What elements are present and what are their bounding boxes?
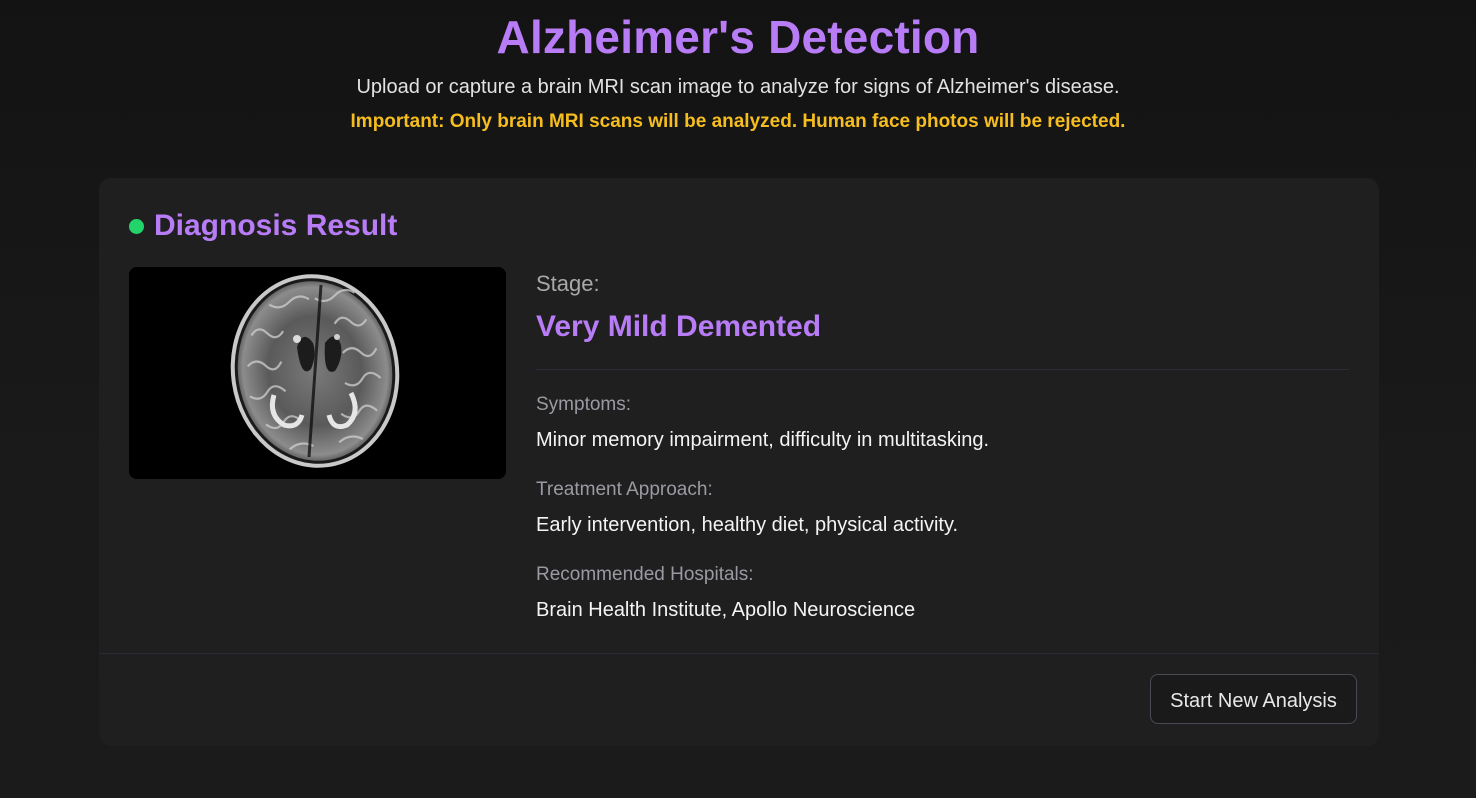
symptoms-label: Symptoms: (536, 394, 632, 415)
hospitals-label: Recommended Hospitals: (536, 564, 754, 585)
diagnosis-details: Stage: Very Mild Demented Symptoms: Mino… (536, 270, 1349, 622)
divider (536, 369, 1349, 370)
stage-label: Stage: (536, 271, 600, 296)
page-title: Alzheimer's Detection (496, 11, 980, 63)
brain-mri-icon (129, 267, 506, 479)
diagnosis-card: Diagnosis Result Stage: Very Mild Dement… (99, 178, 1379, 746)
treatment-section: Treatment Approach: Early intervention, … (536, 478, 1349, 537)
treatment-label: Treatment Approach: (536, 479, 713, 500)
status-dot-icon (129, 218, 144, 234)
footer-divider (99, 653, 1379, 654)
stage-value: Very Mild Demented (536, 310, 822, 343)
symptoms-section: Symptoms: Minor memory impairment, diffi… (536, 393, 1349, 452)
hospitals-section: Recommended Hospitals: Brain Health Inst… (536, 563, 1349, 622)
hospitals-value: Brain Health Institute, Apollo Neuroscie… (536, 599, 916, 621)
page: Alzheimer's Detection Upload or capture … (0, 0, 1476, 798)
page-subtitle: Upload or capture a brain MRI scan image… (356, 76, 1120, 98)
card-title: Diagnosis Result (154, 209, 398, 242)
card-header: Diagnosis Result (129, 208, 397, 244)
warning-notice: Important: Only brain MRI scans will be … (350, 111, 1126, 132)
mri-scan-image (129, 267, 506, 479)
start-new-analysis-button[interactable]: Start New Analysis (1150, 674, 1357, 724)
treatment-value: Early intervention, healthy diet, physic… (536, 514, 959, 536)
symptoms-value: Minor memory impairment, difficulty in m… (536, 429, 990, 451)
header: Alzheimer's Detection Upload or capture … (0, 0, 1476, 134)
